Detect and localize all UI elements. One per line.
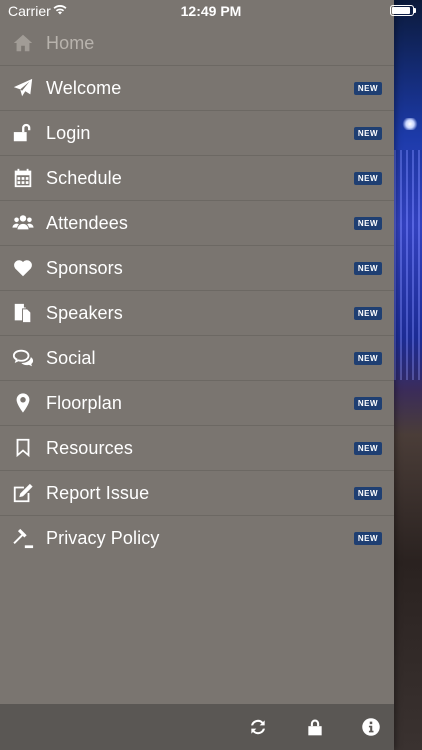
- refresh-icon: [251, 719, 265, 735]
- menu-item-privacy-policy[interactable]: Privacy Policy NEW: [0, 516, 394, 560]
- stage-curtain: [394, 150, 422, 380]
- background-photo: [394, 0, 422, 750]
- new-badge: NEW: [353, 82, 382, 95]
- menu-item-attendees[interactable]: Attendees NEW: [0, 201, 394, 246]
- menu-item-label: Attendees: [46, 212, 128, 233]
- menu-item-sponsors[interactable]: Sponsors NEW: [0, 246, 394, 291]
- calendar-icon: [11, 166, 35, 190]
- edit-icon: [11, 481, 35, 505]
- unlock-icon: [11, 121, 35, 145]
- paper-plane-icon: [11, 76, 35, 100]
- menu-item-report-issue[interactable]: Report Issue NEW: [0, 471, 394, 516]
- status-bar: Carrier 12:49 PM: [0, 0, 422, 22]
- menu-item-resources[interactable]: Resources NEW: [0, 426, 394, 471]
- menu-item-schedule[interactable]: Schedule NEW: [0, 156, 394, 201]
- menu-item-label: Speakers: [46, 302, 123, 323]
- refresh-button[interactable]: [246, 715, 270, 739]
- new-badge: NEW: [353, 127, 382, 140]
- menu-item-label: Welcome: [46, 77, 122, 98]
- menu-item-social[interactable]: Social NEW: [0, 336, 394, 381]
- menu-item-label: Report Issue: [46, 482, 150, 503]
- side-drawer: Home Welcome NEW Login NEW Schedule NEW: [0, 0, 394, 750]
- menu-item-label: Login: [46, 122, 91, 143]
- home-icon: [11, 31, 35, 55]
- new-badge: NEW: [353, 442, 382, 455]
- menu-item-label: Resources: [46, 437, 133, 458]
- map-pin-icon: [11, 391, 35, 415]
- new-badge: NEW: [353, 352, 382, 365]
- menu-item-label: Home: [46, 32, 95, 53]
- new-badge: NEW: [353, 487, 382, 500]
- menu-item-label: Schedule: [46, 167, 122, 188]
- new-badge: NEW: [353, 397, 382, 410]
- info-button[interactable]: [359, 715, 383, 739]
- menu-item-home[interactable]: Home: [0, 21, 394, 66]
- bookmark-icon: [11, 436, 35, 460]
- menu-item-label: Floorplan: [46, 392, 122, 413]
- new-badge: NEW: [353, 217, 382, 230]
- new-badge: NEW: [353, 172, 382, 185]
- bottom-toolbar: [0, 704, 394, 750]
- menu-item-login[interactable]: Login NEW: [0, 111, 394, 156]
- new-badge: NEW: [353, 307, 382, 320]
- chat-bubbles-icon: [11, 346, 35, 370]
- lock-icon: [308, 719, 322, 736]
- gavel-icon: [11, 526, 35, 550]
- menu-item-label: Sponsors: [46, 257, 123, 278]
- menu-item-label: Social: [46, 347, 96, 368]
- new-badge: NEW: [353, 532, 382, 545]
- users-icon: [11, 211, 35, 235]
- menu-list: Home Welcome NEW Login NEW Schedule NEW: [0, 21, 394, 560]
- new-badge: NEW: [353, 262, 382, 275]
- documents-icon: [11, 301, 35, 325]
- battery-icon: [390, 5, 414, 16]
- menu-item-label: Privacy Policy: [46, 527, 160, 548]
- stage-light: [402, 118, 418, 130]
- clock: 12:49 PM: [180, 3, 242, 19]
- lock-button[interactable]: [303, 715, 327, 739]
- info-icon: [362, 718, 380, 736]
- heart-icon: [11, 256, 35, 280]
- menu-item-speakers[interactable]: Speakers NEW: [0, 291, 394, 336]
- menu-item-floorplan[interactable]: Floorplan NEW: [0, 381, 394, 426]
- battery-tip: [414, 8, 416, 13]
- menu-item-welcome[interactable]: Welcome NEW: [0, 66, 394, 111]
